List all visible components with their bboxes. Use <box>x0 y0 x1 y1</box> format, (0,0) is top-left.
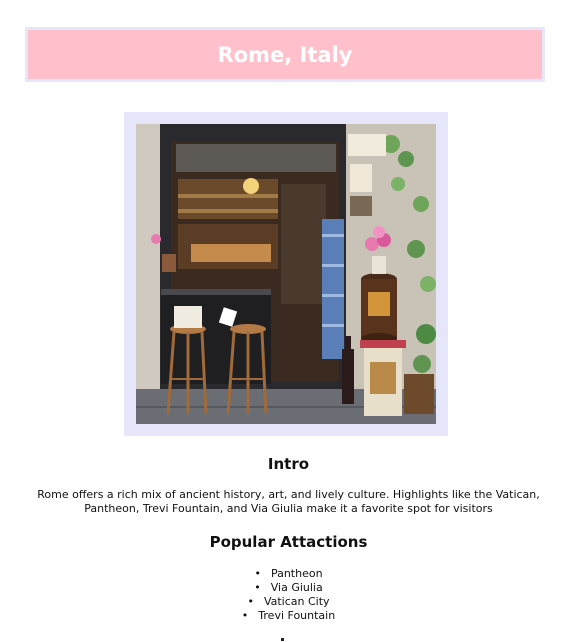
page-header: Rome, Italy <box>25 27 545 82</box>
list-item: Pantheon <box>0 567 577 581</box>
photo-frame <box>124 112 448 436</box>
list-item: Via Giulia <box>0 581 577 595</box>
attractions-list: Pantheon Via Giulia Vatican City Trevi F… <box>0 567 577 623</box>
list-item: Trevi Fountain <box>0 609 577 623</box>
intro-paragraph: Rome offers a rich mix of ancient histor… <box>37 488 540 515</box>
page: Rome, Italy Intro Rome offers a rich mix… <box>0 0 577 642</box>
storefront-illustration <box>136 124 436 424</box>
page-title: Rome, Italy <box>217 42 353 67</box>
list-item: Vatican City <box>0 595 577 609</box>
partial-bullet <box>281 638 284 641</box>
attractions-heading: Popular Attactions <box>209 533 368 551</box>
storefront-photo <box>136 124 436 424</box>
intro-heading: Intro <box>267 455 310 473</box>
